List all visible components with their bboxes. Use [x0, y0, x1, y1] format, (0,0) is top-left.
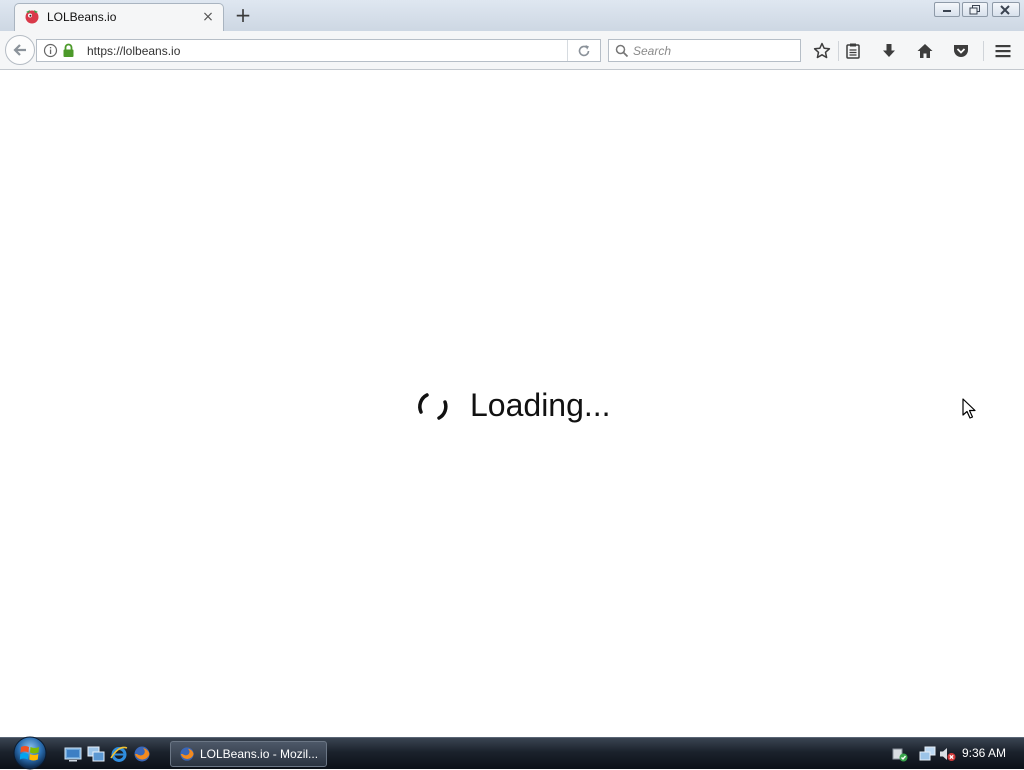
- close-window-button[interactable]: [992, 2, 1020, 17]
- close-window-icon: [1000, 5, 1010, 15]
- hamburger-menu-icon: [995, 45, 1011, 58]
- page-content: Loading...: [0, 70, 1024, 737]
- pocket-button[interactable]: [949, 39, 973, 63]
- reading-list-icon: [846, 43, 860, 59]
- tab-close-icon[interactable]: ×: [200, 9, 216, 25]
- show-desktop-icon[interactable]: [64, 745, 82, 763]
- switch-windows-icon[interactable]: [87, 745, 105, 763]
- downloads-button[interactable]: [877, 39, 901, 63]
- navigation-toolbar: https://lolbeans.io Search: [0, 31, 1024, 70]
- download-icon: [883, 44, 895, 57]
- search-icon: [615, 44, 629, 58]
- minimize-icon: [943, 10, 951, 12]
- minimize-button[interactable]: [934, 2, 960, 17]
- reading-list-button[interactable]: [841, 39, 865, 63]
- url-bar[interactable]: https://lolbeans.io: [36, 39, 601, 62]
- loading-text: Loading...: [470, 387, 611, 423]
- reload-button[interactable]: [567, 40, 600, 61]
- tab-title: LOLBeans.io: [47, 10, 117, 24]
- pocket-icon: [954, 45, 968, 57]
- windows-start-icon[interactable]: [9, 736, 51, 770]
- taskbar-firefox-window[interactable]: LOLBeans.io - Mozil...: [170, 741, 327, 767]
- internet-explorer-icon[interactable]: [110, 745, 128, 763]
- spinner-icon: [418, 393, 448, 420]
- bookmark-star-icon: [813, 42, 831, 59]
- windows-taskbar: LOLBeans.io - Mozil... 9:36 AM: [0, 736, 1024, 770]
- home-button[interactable]: [913, 39, 937, 63]
- toolbar-separator: [983, 41, 984, 61]
- firefox-icon: [180, 747, 194, 761]
- url-text[interactable]: https://lolbeans.io: [87, 44, 180, 58]
- toolbar-separator: [838, 41, 839, 61]
- action-center-icon[interactable]: [891, 745, 909, 763]
- volume-muted-icon[interactable]: [938, 745, 956, 763]
- restore-icon: [969, 5, 980, 15]
- new-tab-button[interactable]: +: [233, 5, 253, 26]
- bookmark-button[interactable]: [810, 39, 834, 63]
- system-clock[interactable]: 9:36 AM: [962, 746, 1006, 760]
- info-icon[interactable]: [43, 43, 58, 58]
- search-bar[interactable]: Search: [608, 39, 801, 62]
- reload-icon: [578, 45, 590, 57]
- tab-lolbeans[interactable]: LOLBeans.io ×: [14, 3, 224, 31]
- tab-strip: LOLBeans.io × +: [0, 0, 1024, 31]
- search-placeholder: Search: [633, 44, 672, 58]
- home-icon: [917, 44, 933, 58]
- network-icon[interactable]: [919, 745, 937, 763]
- back-arrow-icon: [13, 44, 26, 56]
- lock-icon[interactable]: [62, 43, 75, 58]
- back-button[interactable]: [5, 35, 35, 65]
- cursor-icon: [962, 398, 976, 419]
- taskbar-window-label: LOLBeans.io - Mozil...: [200, 747, 319, 761]
- restore-button[interactable]: [962, 2, 988, 17]
- tab-favicon-icon: [25, 10, 39, 24]
- firefox-icon[interactable]: [133, 745, 151, 763]
- menu-button[interactable]: [991, 39, 1015, 63]
